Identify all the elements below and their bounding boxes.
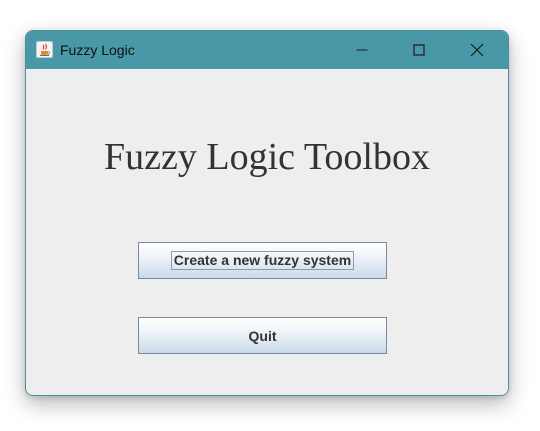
page-title: Fuzzy Logic Toolbox bbox=[104, 136, 430, 178]
quit-button[interactable]: Quit bbox=[138, 317, 387, 354]
create-button-label: Create a new fuzzy system bbox=[170, 251, 355, 270]
java-cup-icon bbox=[36, 41, 53, 58]
close-icon bbox=[470, 43, 484, 57]
close-button[interactable] bbox=[454, 31, 500, 69]
window-title: Fuzzy Logic bbox=[60, 42, 135, 58]
title-bar[interactable]: Fuzzy Logic bbox=[26, 31, 508, 69]
quit-button-label: Quit bbox=[248, 327, 277, 344]
maximize-button[interactable] bbox=[396, 31, 442, 69]
create-fuzzy-system-button[interactable]: Create a new fuzzy system bbox=[138, 242, 387, 279]
minimize-button[interactable] bbox=[339, 31, 385, 69]
app-window: Fuzzy Logic Fuzzy Logic Toolbox Create a… bbox=[25, 30, 509, 396]
maximize-icon bbox=[413, 44, 425, 56]
content-panel: Fuzzy Logic Toolbox Create a new fuzzy s… bbox=[26, 69, 508, 395]
minimize-icon bbox=[356, 49, 368, 51]
